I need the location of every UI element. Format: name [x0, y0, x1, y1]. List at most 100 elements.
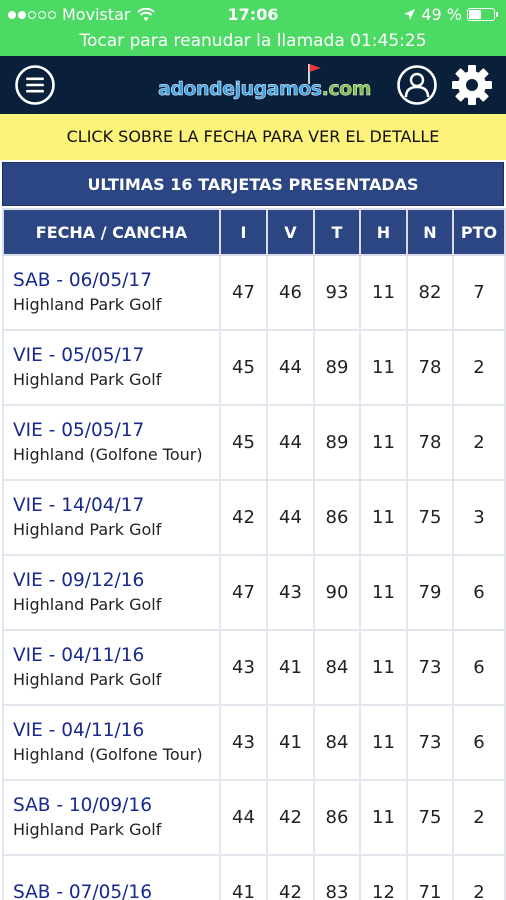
table-row: VIE - 04/11/16 Highland Park Golf 43 41 84 11…: [2, 629, 506, 706]
table-row: SAB - 07/05/16 41 42 83 12 71 2: [2, 854, 506, 900]
score-cell-pto: 2: [452, 854, 506, 900]
score-cell-i: 47: [219, 254, 268, 331]
resume-call-banner[interactable]: Tocar para reanudar la llamada 01:45:25: [0, 30, 506, 56]
table-header-row: FECHA / CANCHA I V T H N PTO: [2, 208, 506, 256]
column-header-t: T: [313, 208, 361, 256]
score-cell-h: 11: [359, 704, 408, 781]
score-cell-i: 45: [219, 329, 268, 406]
user-icon[interactable]: [396, 64, 438, 106]
score-cell-i: 44: [219, 779, 268, 856]
score-cell-v: 44: [266, 329, 315, 406]
score-cell-t: 89: [313, 404, 361, 481]
menu-icon[interactable]: [14, 64, 56, 106]
score-cell-v: 44: [266, 404, 315, 481]
course-cell: SAB - 07/05/16: [2, 854, 221, 900]
score-cell-i: 45: [219, 404, 268, 481]
app-header: adondejugamos.com: [0, 56, 506, 114]
logo-text-tld: .com: [321, 78, 371, 101]
date-link[interactable]: SAB - 07/05/16: [13, 880, 219, 900]
date-link[interactable]: VIE - 05/05/17: [13, 418, 219, 443]
score-cell-t: 93: [313, 254, 361, 331]
column-header-i: I: [219, 208, 268, 256]
score-cell-t: 83: [313, 854, 361, 900]
notice-banner: CLICK SOBRE LA FECHA PARA VER EL DETALLE: [0, 114, 506, 160]
date-link[interactable]: VIE - 05/05/17: [13, 343, 219, 368]
score-cell-v: 46: [266, 254, 315, 331]
date-link[interactable]: VIE - 04/11/16: [13, 718, 219, 743]
score-cell-pto: 2: [452, 404, 506, 481]
score-cell-i: 42: [219, 479, 268, 556]
score-cell-i: 43: [219, 629, 268, 706]
battery-percent: 49 %: [421, 5, 462, 24]
score-cell-pto: 6: [452, 704, 506, 781]
column-header-fecha-cancha: FECHA / CANCHA: [2, 208, 221, 256]
score-cell-n: 79: [406, 554, 454, 631]
score-cell-t: 86: [313, 779, 361, 856]
score-cell-h: 11: [359, 254, 408, 331]
score-cell-pto: 6: [452, 629, 506, 706]
column-header-n: N: [406, 208, 454, 256]
score-cell-i: 47: [219, 554, 268, 631]
course-cell: VIE - 05/05/17 Highland Park Golf: [2, 329, 221, 406]
course-name: Highland (Golfone Tour): [13, 445, 203, 464]
score-cell-h: 11: [359, 779, 408, 856]
course-cell: VIE - 05/05/17 Highland (Golfone Tour): [2, 404, 221, 481]
score-cell-v: 41: [266, 704, 315, 781]
course-name: Highland Park Golf: [13, 595, 162, 614]
score-cell-pto: 2: [452, 329, 506, 406]
score-cell-pto: 3: [452, 479, 506, 556]
date-link[interactable]: VIE - 09/12/16: [13, 568, 219, 593]
date-link[interactable]: SAB - 10/09/16: [13, 793, 219, 818]
course-cell: SAB - 10/09/16 Highland Park Golf: [2, 779, 221, 856]
course-name: Highland (Golfone Tour): [13, 745, 203, 764]
logo-text: adondejugamos.com: [158, 78, 372, 101]
section-title: ULTIMAS 16 TARJETAS PRESENTADAS: [2, 162, 504, 206]
score-cell-t: 84: [313, 629, 361, 706]
table-row: VIE - 05/05/17 Highland (Golfone Tour) 45 4…: [2, 404, 506, 481]
score-cell-t: 89: [313, 329, 361, 406]
course-name: Highland Park Golf: [13, 295, 162, 314]
column-header-v: V: [266, 208, 315, 256]
logo-text-main: adondejugamos: [158, 78, 323, 101]
course-name: Highland Park Golf: [13, 370, 162, 389]
column-header-pto: PTO: [452, 208, 506, 256]
course-cell: SAB - 06/05/17 Highland Park Golf: [2, 254, 221, 331]
course-name: Highland Park Golf: [13, 820, 162, 839]
score-cell-i: 43: [219, 704, 268, 781]
score-cell-n: 75: [406, 479, 454, 556]
table-row: SAB - 06/05/17 Highland Park Golf 47 46 93 11…: [2, 254, 506, 331]
date-link[interactable]: VIE - 04/11/16: [13, 643, 219, 668]
score-cell-n: 73: [406, 704, 454, 781]
score-cell-h: 11: [359, 629, 408, 706]
date-link[interactable]: SAB - 06/05/17: [13, 268, 219, 293]
score-cell-v: 44: [266, 479, 315, 556]
score-cell-n: 82: [406, 254, 454, 331]
course-cell: VIE - 04/11/16 Highland (Golfone Tour): [2, 704, 221, 781]
score-cell-n: 78: [406, 404, 454, 481]
table-row: VIE - 04/11/16 Highland (Golfone Tour) 43 4…: [2, 704, 506, 781]
score-cell-v: 43: [266, 554, 315, 631]
score-cell-h: 11: [359, 329, 408, 406]
table-row: VIE - 05/05/17 Highland Park Golf 45 44 89 11…: [2, 329, 506, 406]
date-link[interactable]: VIE - 14/04/17: [13, 493, 219, 518]
gear-icon[interactable]: [450, 63, 494, 107]
app-logo[interactable]: adondejugamos.com: [158, 62, 372, 108]
score-cell-h: 11: [359, 404, 408, 481]
score-cell-h: 11: [359, 479, 408, 556]
score-cell-t: 84: [313, 704, 361, 781]
location-arrow-icon: [404, 9, 416, 20]
table-row: VIE - 09/12/16 Highland Park Golf 47 43 90 11…: [2, 554, 506, 631]
score-cell-pto: 7: [452, 254, 506, 331]
score-cell-v: 42: [266, 854, 315, 900]
course-name: Highland Park Golf: [13, 670, 162, 689]
score-cell-n: 71: [406, 854, 454, 900]
course-cell: VIE - 09/12/16 Highland Park Golf: [2, 554, 221, 631]
score-cell-i: 41: [219, 854, 268, 900]
status-right: 49 %: [403, 5, 498, 24]
score-cell-h: 11: [359, 554, 408, 631]
status-bar: Movistar 17:06 49 %: [0, 0, 506, 30]
score-cell-t: 90: [313, 554, 361, 631]
score-cell-t: 86: [313, 479, 361, 556]
score-cell-n: 75: [406, 779, 454, 856]
course-cell: VIE - 04/11/16 Highland Park Golf: [2, 629, 221, 706]
